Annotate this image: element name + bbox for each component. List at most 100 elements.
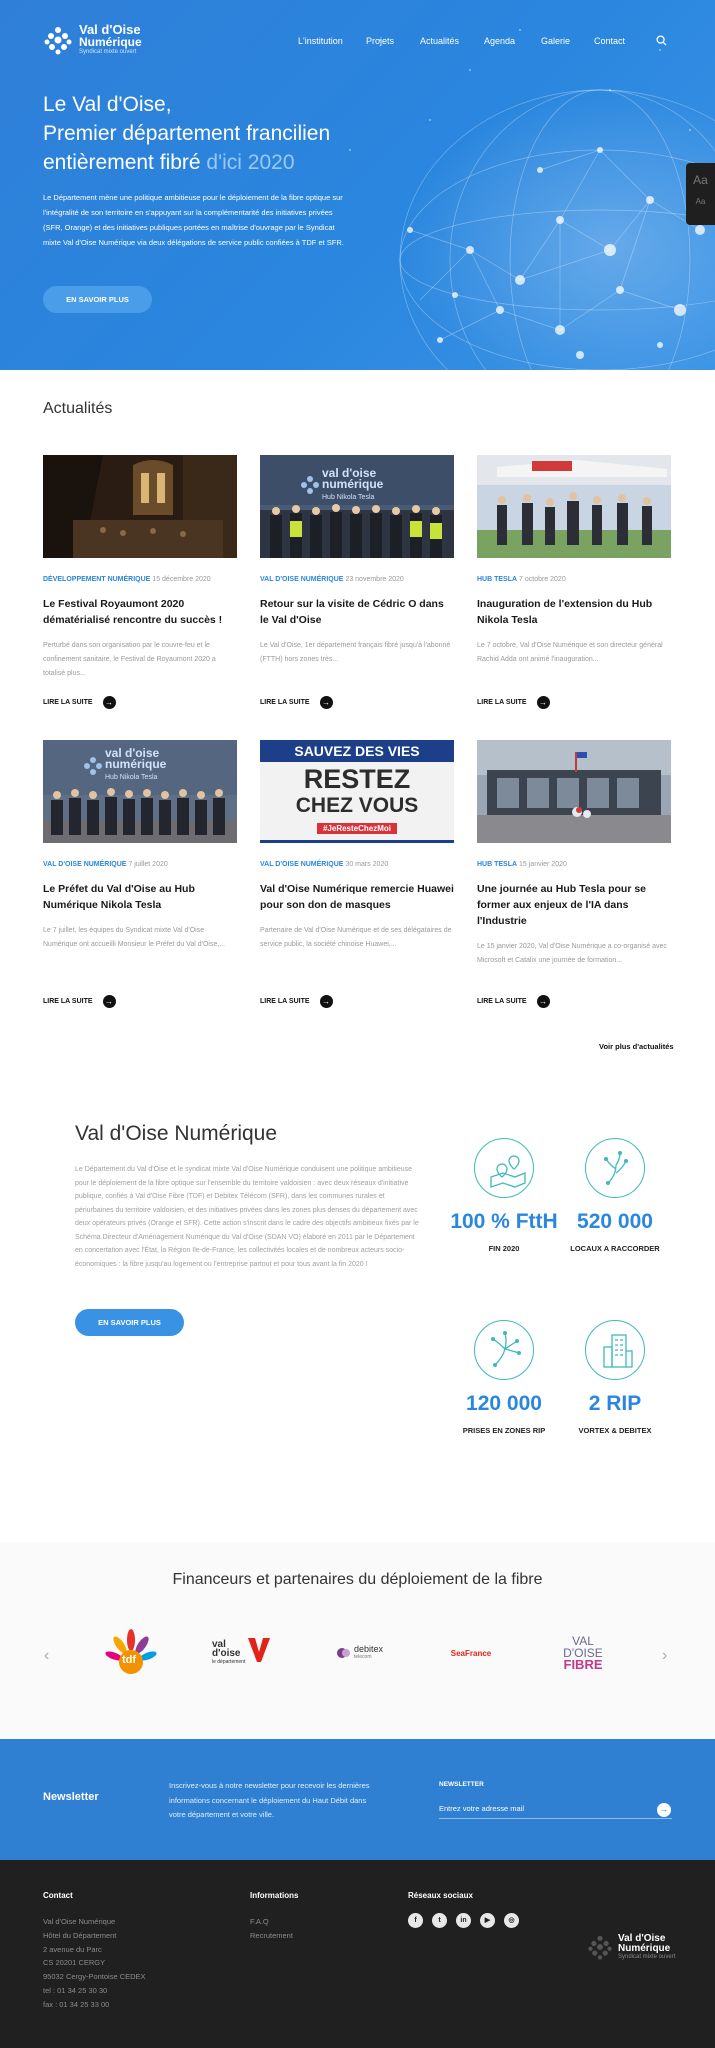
vdo-line2: d'oise xyxy=(212,1647,241,1659)
news-section-title: Actualités xyxy=(43,400,113,417)
read-more-link[interactable]: LIRE LA SUITE → xyxy=(43,995,116,1008)
nav-actualites[interactable]: Actualités xyxy=(420,36,459,46)
vdo-line3: le département xyxy=(212,1658,246,1665)
nav-galerie[interactable]: Galerie xyxy=(541,36,570,46)
nav-institution[interactable]: L'institution xyxy=(298,36,343,46)
news-card[interactable]: val d'oise numérique Hub Nikola Tesla VAL … xyxy=(260,455,454,709)
youtube-icon[interactable]: ▶ xyxy=(480,1913,495,1928)
footer-info-title: Informations xyxy=(250,1891,299,1900)
arrow-right-icon: → xyxy=(102,995,116,1008)
read-more-link[interactable]: LIRE LA SUITE → xyxy=(260,995,333,1008)
logo-mark-icon xyxy=(44,27,72,55)
twitter-icon[interactable]: t xyxy=(432,1913,447,1928)
news-category[interactable]: VAL D'OISE NUMÉRIQUE xyxy=(260,861,343,868)
news-image-prefet[interactable]: val d'oise numérique Hub Nikola Tesla xyxy=(43,740,237,843)
news-image-cedric-o[interactable]: val d'oise numérique Hub Nikola Tesla xyxy=(260,455,454,558)
read-more-link[interactable]: LIRE LA SUITE → xyxy=(43,696,116,709)
read-more-link[interactable]: LIRE LA SUITE → xyxy=(477,696,550,709)
nav-agenda[interactable]: Agenda xyxy=(484,36,515,46)
contact-phone[interactable]: tel : 01 34 25 30 30 xyxy=(43,1984,146,1998)
newsletter-submit-arrow-icon[interactable]: → xyxy=(657,1803,671,1817)
read-more-link[interactable]: LIRE LA SUITE → xyxy=(260,696,333,709)
news-image-hub-tesla[interactable] xyxy=(477,455,671,558)
tdf-wordmark: tdf xyxy=(122,1654,137,1666)
read-more-link[interactable]: LIRE LA SUITE → xyxy=(477,995,550,1008)
news-title[interactable]: Retour sur la visite de Cédric O dans le… xyxy=(260,596,454,628)
partner-logo-tdf[interactable]: tdf xyxy=(103,1626,159,1680)
footer-link-recrutement[interactable]: Recrutement xyxy=(250,1929,293,1943)
font-size-small-toggle[interactable]: Aa xyxy=(686,187,715,206)
news-category[interactable]: HUB TESLA xyxy=(477,576,517,583)
footer-link-faq[interactable]: F.A.Q xyxy=(250,1915,293,1929)
news-excerpt: Le Val d'Oise, 1er département français … xyxy=(260,642,451,663)
partner-logo-val-doise[interactable]: val d'oise le département xyxy=(212,1626,274,1680)
read-more-label: LIRE LA SUITE xyxy=(477,699,527,706)
poster-line3: CHEZ VOUS xyxy=(295,794,419,817)
hero-title-highlight: d'ici 2020 xyxy=(206,151,295,174)
font-size-large-toggle[interactable]: Aa xyxy=(686,163,715,187)
arrow-right-icon: → xyxy=(102,696,116,709)
facebook-icon[interactable]: f xyxy=(408,1913,423,1928)
buildings-icon xyxy=(585,1320,645,1380)
news-card[interactable]: DÉVELOPPEMENT NUMÉRIQUE 15 décembre 2020… xyxy=(43,455,237,709)
image-caption-line2: numérique xyxy=(105,757,167,771)
nav-contact[interactable]: Contact xyxy=(594,36,625,46)
news-title[interactable]: Une journée au Hub Tesla pour se former … xyxy=(477,881,671,929)
about-title: Val d'Oise Numérique xyxy=(75,1122,278,1145)
news-category[interactable]: VAL D'OISE NUMÉRIQUE xyxy=(43,861,126,868)
accessibility-widget[interactable]: Aa Aa xyxy=(686,163,715,225)
instagram-icon[interactable]: ◎ xyxy=(504,1913,519,1928)
read-more-label: LIRE LA SUITE xyxy=(260,998,310,1005)
stat-value: 520 000 xyxy=(577,1210,653,1233)
footer-logo[interactable]: Val d'Oise Numérique Syndicat mixte ouve… xyxy=(587,1934,675,1960)
more-news-link[interactable]: Voir plus d'actualités xyxy=(599,1042,674,1051)
news-category[interactable]: DÉVELOPPEMENT NUMÉRIQUE xyxy=(43,576,150,583)
site-footer: Contact Val d'Oise Numérique Hôtel du Dé… xyxy=(0,1860,715,2048)
site-logo[interactable]: Val d'Oise Numérique Syndicat mixte ouve… xyxy=(43,23,142,56)
news-category[interactable]: VAL D'OISE NUMÉRIQUE xyxy=(260,576,343,583)
news-card[interactable]: HUB TESLA 7 octobre 2020 Inauguration de… xyxy=(477,455,671,709)
hero-title-line3: entièrement fibré xyxy=(43,151,207,174)
nav-projets[interactable]: Projets xyxy=(366,36,394,46)
news-image-restez-chez-vous[interactable]: SAUVEZ DES VIES RESTEZ CHEZ VOUS #JeRest… xyxy=(260,740,454,843)
arrow-right-icon: → xyxy=(536,995,550,1008)
chevron-right-icon[interactable]: › xyxy=(662,1647,667,1665)
news-date: 23 novembre 2020 xyxy=(345,576,404,583)
read-more-label: LIRE LA SUITE xyxy=(477,998,527,1005)
news-title[interactable]: Inauguration de l'extension du Hub Nikol… xyxy=(477,596,671,628)
news-image-royaumont[interactable] xyxy=(43,455,237,558)
news-excerpt: Partenaire de Val d'Oise Numérique et de… xyxy=(260,927,452,948)
about-cta-button[interactable]: EN SAVOIR PLUS xyxy=(75,1309,184,1336)
image-caption-line3: Hub Nikola Tesla xyxy=(322,494,375,501)
newsletter-email-input[interactable] xyxy=(439,1799,672,1819)
partner-logo-seafrance[interactable]: SeaFrance xyxy=(443,1626,499,1680)
about-text: Le Département du Val d'Oise et le syndi… xyxy=(75,1166,419,1268)
debitex-sub: telecom xyxy=(353,1654,372,1660)
news-date: 7 octobre 2020 xyxy=(519,576,566,583)
partner-logo-vdo-fibre[interactable]: VAL D'OISE FIBRE xyxy=(552,1626,614,1680)
chevron-left-icon[interactable]: ‹ xyxy=(44,1647,49,1665)
partner-logo-debitex[interactable]: debitex telecom xyxy=(330,1626,390,1680)
news-date: 30 mars 2020 xyxy=(345,861,389,868)
news-category[interactable]: HUB TESLA xyxy=(477,861,517,868)
hero-cta-button[interactable]: EN SAVOIR PLUS xyxy=(43,286,152,313)
news-title[interactable]: Le Préfet du Val d'Oise au Hub Numérique… xyxy=(43,881,237,913)
news-card[interactable]: HUB TESLA 15 janvier 2020 Une journée au… xyxy=(477,740,671,1008)
news-card[interactable]: val d'oise numérique Hub Nikola Tesla VAL … xyxy=(43,740,237,1008)
search-icon[interactable] xyxy=(656,35,667,46)
footer-contact-title: Contact xyxy=(43,1891,73,1900)
news-card[interactable]: SAUVEZ DES VIES RESTEZ CHEZ VOUS #JeRest… xyxy=(260,740,454,1008)
news-excerpt: Perturbé dans son organisation par le co… xyxy=(43,642,216,677)
arrow-right-icon: → xyxy=(536,696,550,709)
contact-line: 2 avenue du Parc xyxy=(43,1944,102,1954)
arrow-right-icon: → xyxy=(319,696,333,709)
hero-lead: Le Département mène une politique ambiti… xyxy=(43,193,344,247)
news-title[interactable]: Le Festival Royaumont 2020 dématérialisé… xyxy=(43,596,237,628)
news-image-ia-industrie[interactable] xyxy=(477,740,671,843)
fiber-network-icon xyxy=(474,1320,534,1380)
linkedin-icon[interactable]: in xyxy=(456,1913,471,1928)
news-excerpt: Le 15 janvier 2020, Val d'Oise Numérique… xyxy=(477,943,667,964)
stat-label: LOCAUX A RACCORDER xyxy=(570,1244,660,1253)
fiber-tree-icon xyxy=(585,1138,645,1198)
news-title[interactable]: Val d'Oise Numérique remercie Huawei pou… xyxy=(260,881,454,913)
